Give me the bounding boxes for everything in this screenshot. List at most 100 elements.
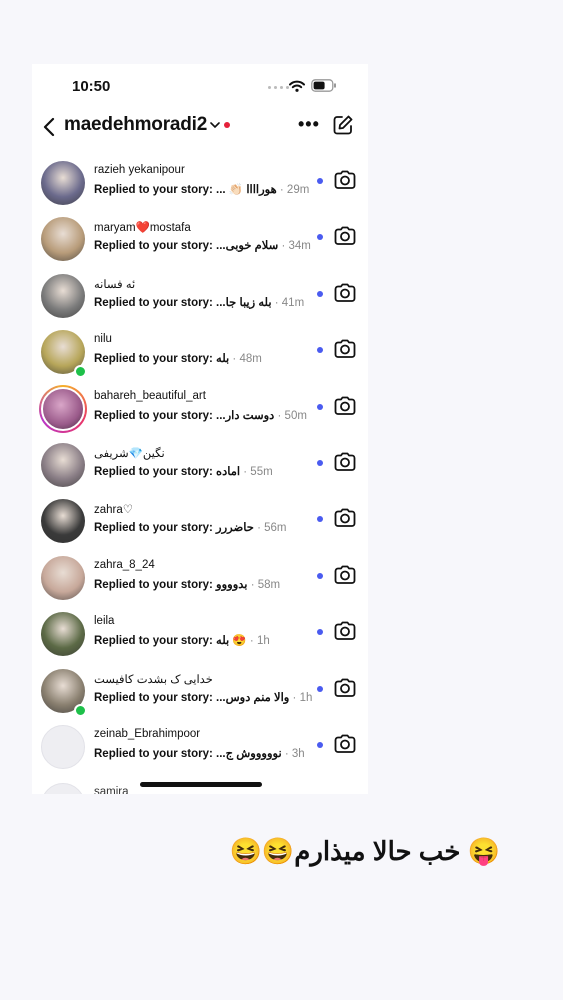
conversation-username: razieh yekanipour	[94, 164, 185, 176]
account-notification-dot	[224, 122, 230, 128]
unread-indicator	[317, 403, 323, 410]
preview-prefix: Replied to your story:	[94, 522, 217, 535]
avatar[interactable]	[41, 161, 85, 205]
avatar[interactable]	[41, 725, 85, 769]
preview-prefix: Replied to your story:	[94, 578, 217, 591]
message-preview: Replied to your story: اماده · 55m	[94, 466, 273, 478]
message-preview: Replied to your story: بدوووو · 58m	[94, 578, 281, 591]
chevron-down-icon[interactable]	[210, 121, 220, 129]
preview-message: نوووووش ج...	[216, 748, 282, 760]
preview-prefix: Replied to your story:	[94, 409, 217, 422]
conversation-row[interactable]: خدایی ک بشدت کافیست Replied to your story…	[32, 662, 368, 718]
inbox-header: maedehmoradi2 •••	[32, 110, 368, 146]
preview-prefix: Replied to your story:	[94, 353, 217, 366]
more-options-button[interactable]: •••	[298, 114, 320, 135]
unread-indicator	[317, 460, 323, 466]
preview-message: دوست دار...	[216, 409, 275, 422]
preview-prefix: Replied to your story:	[94, 691, 217, 704]
message-time: 3h	[291, 748, 305, 760]
conversation-username: خدایی ک بشدت کافیست	[94, 673, 213, 686]
conversation-row[interactable]: zeinab_Ebrahimpoor Replied to your story:…	[32, 718, 368, 774]
preview-message: سلام خوبی...	[216, 240, 279, 253]
phone-screen: 10:50 maedehmoradi2 ••• razieh yekanipou…	[32, 64, 368, 794]
preview-prefix: Replied to your story:	[94, 184, 217, 196]
back-arrow-icon[interactable]	[42, 116, 56, 138]
conversation-row[interactable]: zahra♡ Replied to your story: حاضررر · 56…	[32, 492, 368, 548]
camera-icon[interactable]	[334, 677, 356, 699]
camera-icon[interactable]	[334, 395, 356, 417]
avatar[interactable]	[41, 555, 85, 600]
preview-message: حاضررر	[216, 522, 254, 535]
conversation-username: maryam❤️mostafa	[94, 222, 191, 235]
camera-icon[interactable]	[334, 282, 356, 304]
message-time: 1h	[299, 691, 313, 704]
signal-icon	[268, 86, 289, 89]
compose-message-icon[interactable]	[332, 114, 354, 136]
message-time: 50m	[284, 409, 307, 422]
conversation-row[interactable]: نگین💎شریفی Replied to your story: اماده ·…	[32, 436, 368, 492]
message-preview: Replied to your story: 😍 بله · 1h	[94, 635, 270, 648]
unread-indicator	[317, 234, 323, 241]
story-caption: 😝 خب حالا میذارم😆😆	[229, 836, 500, 866]
conversation-username: zahra♡	[94, 504, 134, 517]
unread-indicator	[317, 290, 323, 297]
preview-message: هوراااا 👏🏻 ...	[216, 184, 277, 196]
conversation-row[interactable]: zahra_8_24 Replied to your story: بدوووو …	[32, 549, 368, 605]
avatar[interactable]	[41, 217, 85, 262]
conversation-row[interactable]: nilu Replied to your story: بله · 48m	[32, 323, 368, 379]
message-preview: Replied to your story: والا منم دوس... ·…	[94, 691, 313, 704]
preview-prefix: Replied to your story:	[94, 240, 217, 253]
camera-icon[interactable]	[334, 564, 356, 586]
preview-message: بله	[216, 353, 230, 366]
message-preview: Replied to your story: حاضررر · 56m	[94, 522, 287, 535]
avatar[interactable]	[41, 612, 85, 657]
unread-indicator	[317, 572, 323, 579]
camera-icon[interactable]	[334, 620, 356, 642]
preview-message: بله زیبا جا...	[216, 296, 272, 309]
online-status-dot	[74, 365, 87, 379]
preview-message: 😍 بله	[216, 635, 247, 648]
camera-icon[interactable]	[334, 451, 356, 473]
home-indicator[interactable]	[140, 782, 262, 787]
conversation-row[interactable]: bahareh_beautiful_art Replied to your sto…	[32, 380, 368, 436]
conversation-row[interactable]: ئه فسانه Replied to your story: بله زیبا …	[32, 267, 368, 323]
avatar[interactable]	[41, 443, 85, 487]
camera-icon[interactable]	[334, 733, 356, 755]
message-preview: Replied to your story: دوست دار... · 50m	[94, 409, 307, 422]
battery-icon	[311, 79, 336, 92]
avatar[interactable]	[41, 499, 85, 544]
conversation-row[interactable]: maryam❤️mostafa Replied to your story: سل…	[32, 210, 368, 266]
message-time: 34m	[288, 240, 311, 253]
unread-indicator	[317, 178, 323, 184]
camera-icon[interactable]	[334, 169, 356, 191]
preview-message: بدوووو	[216, 578, 248, 591]
status-bar: 10:50	[32, 64, 368, 108]
conversation-row[interactable]: leila Replied to your story: 😍 بله · 1h	[32, 605, 368, 661]
unread-indicator	[317, 629, 323, 636]
message-time: 1h	[256, 635, 270, 648]
conversation-username: zeinab_Ebrahimpoor	[94, 728, 201, 740]
camera-icon[interactable]	[334, 338, 356, 360]
unread-indicator	[317, 347, 323, 354]
conversation-username: zahra_8_24	[94, 558, 155, 571]
preview-prefix: Replied to your story:	[94, 635, 217, 648]
message-time: 55m	[250, 466, 273, 478]
unread-indicator	[317, 742, 323, 748]
conversation-row[interactable]: razieh yekanipour Replied to your story: …	[32, 154, 368, 210]
conversation-username: leila	[94, 615, 115, 628]
avatar[interactable]	[39, 384, 87, 433]
message-time: 56m	[264, 522, 287, 535]
conversation-username: نگین💎شریفی	[94, 448, 165, 460]
message-preview: Replied to your story: بله · 48m	[94, 353, 262, 366]
camera-icon[interactable]	[334, 507, 356, 529]
account-switcher[interactable]: maedehmoradi2	[64, 114, 207, 136]
avatar[interactable]	[41, 273, 85, 318]
camera-icon[interactable]	[334, 225, 356, 247]
conversation-username: samira	[94, 786, 129, 794]
message-preview: Replied to your story: بله زیبا جا... · …	[94, 296, 305, 309]
wifi-icon	[289, 80, 305, 92]
preview-message: اماده	[216, 466, 241, 478]
status-time: 10:50	[72, 78, 111, 95]
preview-prefix: Replied to your story:	[94, 296, 217, 309]
preview-prefix: Replied to your story:	[94, 748, 217, 760]
